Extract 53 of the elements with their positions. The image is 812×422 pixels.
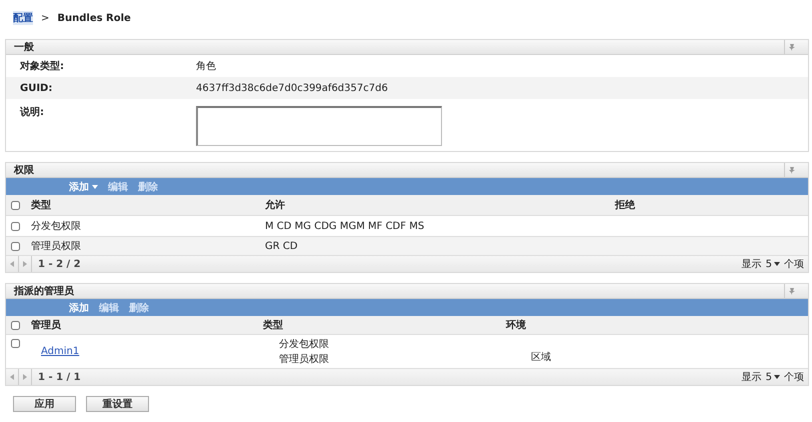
column-header: 拒绝 xyxy=(614,198,636,212)
admin-link[interactable]: Admin1 xyxy=(31,346,263,357)
apply-button[interactable]: 应用 xyxy=(13,396,76,412)
select-all-checkbox[interactable] xyxy=(11,320,20,330)
panel-title: 指派的管理员 xyxy=(14,284,74,298)
page-range: 1 - 1 / 1 xyxy=(37,372,82,382)
field-label: 说明: xyxy=(20,106,45,119)
field-value: 角色 xyxy=(196,60,217,73)
breadcrumb-separator: > xyxy=(41,12,50,24)
field-label: GUID: xyxy=(20,82,54,94)
table-cell-text: M CD MG CDG MGM MF CDF MS xyxy=(265,220,426,232)
row-checkbox[interactable] xyxy=(11,242,20,250)
breadcrumb-link[interactable]: 配置 xyxy=(13,11,33,25)
column-header: 类型 xyxy=(263,318,284,332)
page-title: Bundles Role xyxy=(57,12,131,24)
page-size-select[interactable]: 5 xyxy=(766,258,780,270)
items-label: 个项 xyxy=(784,258,804,271)
table-cell-text: 区域 xyxy=(530,350,552,364)
reset-button[interactable]: 重设置 xyxy=(86,396,149,412)
page-size-select[interactable]: 5 xyxy=(766,372,780,382)
toolbar-button[interactable]: 添加 xyxy=(69,300,89,314)
description-field[interactable] xyxy=(196,106,442,146)
toolbar-button[interactable]: 添加 xyxy=(69,180,98,194)
left-arrow-icon xyxy=(9,374,15,380)
table-cell-text: 分发包权限 xyxy=(31,220,82,233)
pin-icon[interactable] xyxy=(788,287,796,295)
caret-icon xyxy=(774,374,780,380)
show-label: 显示 xyxy=(742,258,762,271)
pin-icon[interactable] xyxy=(788,43,796,51)
table-cell-text: 管理员权限 xyxy=(279,352,330,366)
field-label: 对象类型: xyxy=(20,60,65,73)
table-cell-text: GR CD xyxy=(265,240,299,252)
select-all-checkbox[interactable] xyxy=(11,200,20,210)
items-label: 个项 xyxy=(784,371,804,384)
caret-icon xyxy=(92,184,98,190)
right-arrow-icon xyxy=(22,261,28,267)
column-header: 类型 xyxy=(31,198,52,212)
page-range: 1 - 2 / 2 xyxy=(37,258,82,270)
panel-title: 权限 xyxy=(14,164,34,177)
field-value: 4637ff3d38c6de7d0c399af6d357c7d6 xyxy=(196,82,389,94)
left-arrow-icon xyxy=(9,261,15,267)
column-header: 允许 xyxy=(265,198,286,212)
row-checkbox[interactable] xyxy=(11,339,20,348)
right-arrow-icon xyxy=(22,374,28,380)
column-header: 管理员 xyxy=(31,318,62,332)
panel-title: 一般 xyxy=(14,41,34,54)
show-label: 显示 xyxy=(742,371,762,384)
pin-icon[interactable] xyxy=(788,166,796,174)
row-checkbox[interactable] xyxy=(11,222,20,230)
table-cell-text: 分发包权限 xyxy=(279,338,330,351)
caret-icon xyxy=(774,261,780,267)
column-header: 环境 xyxy=(506,318,527,332)
table-cell-text: 管理员权限 xyxy=(31,240,82,253)
